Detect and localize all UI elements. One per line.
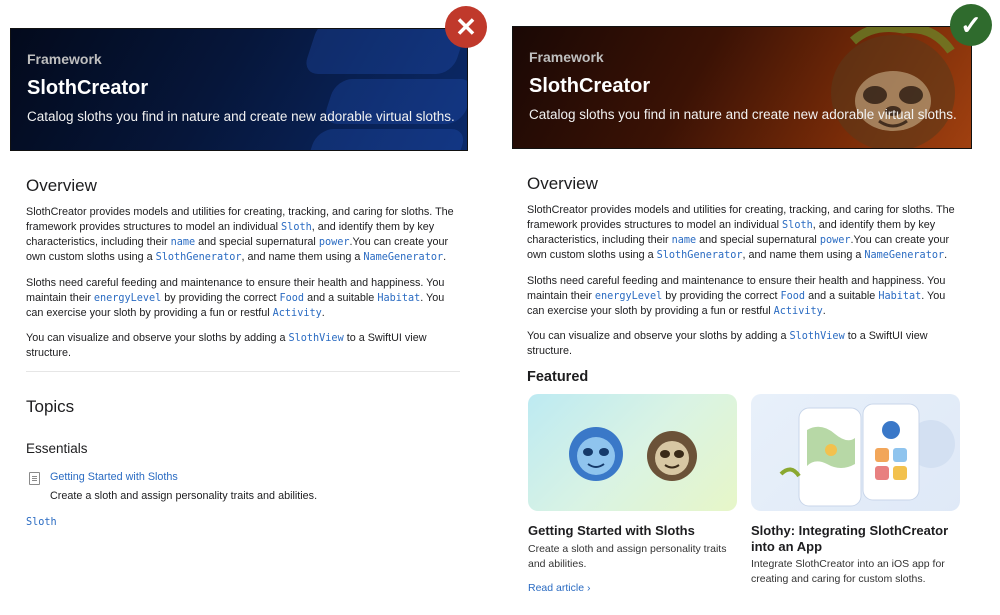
hero-decor-shape (302, 29, 467, 74)
symbol-link[interactable]: energyLevel (595, 291, 662, 302)
card-image-getting-started[interactable] (528, 394, 737, 511)
card-description: Create a sloth and assign personality tr… (528, 543, 727, 570)
symbol-link[interactable]: name (171, 237, 196, 248)
read-article-link[interactable]: Read article › (528, 582, 590, 594)
card-title-getting-started[interactable]: Getting Started with Sloths (528, 523, 743, 539)
essentials-heading: Essentials (26, 441, 88, 456)
symbol-link[interactable]: Sloth (281, 222, 312, 233)
symbol-link[interactable]: NameGenerator (363, 252, 443, 263)
symbol-link[interactable]: SlothGenerator (657, 250, 743, 261)
topic-description: Create a sloth and assign personality tr… (50, 490, 318, 502)
reject-icon: ✕ (445, 6, 487, 48)
hero-decor-shape (304, 129, 467, 150)
text: . (822, 305, 826, 317)
hero-subtitle: Catalog sloths you find in nature and cr… (27, 109, 455, 124)
symbol-link[interactable]: SlothView (289, 333, 344, 344)
topic-link-getting-started[interactable]: Getting Started with Sloths (50, 471, 178, 483)
symbol-link[interactable]: Activity (273, 308, 322, 319)
topics-heading: Topics (26, 397, 75, 416)
hero-kicker: Framework (27, 51, 102, 67)
text: You can visualize and observe your sloth… (527, 330, 790, 342)
right-panel: Framework SlothCreator Catalog sloths yo… (500, 0, 1000, 615)
text: by providing the correct (161, 292, 280, 304)
featured-heading: Featured (527, 369, 589, 385)
approve-icon: ✓ (950, 4, 992, 46)
symbol-link[interactable]: NameGenerator (864, 250, 944, 261)
text: . (944, 249, 948, 261)
symbol-link[interactable]: Activity (774, 306, 823, 317)
hero-title: SlothCreator (27, 77, 149, 99)
text: and a suitable (304, 292, 378, 304)
symbol-link[interactable]: power (820, 235, 851, 246)
overview-paragraph-2: Sloths need careful feeding and maintena… (26, 276, 460, 321)
sloth-mascot-icon (831, 27, 955, 148)
text: You can visualize and observe your sloth… (26, 332, 289, 344)
text: and special supernatural (696, 234, 820, 246)
hero-banner: Framework SlothCreator Catalog sloths yo… (10, 28, 468, 151)
text: . (321, 307, 325, 319)
overview-heading: Overview (26, 176, 97, 195)
overview-paragraph-1: SlothCreator provides models and utiliti… (527, 203, 959, 263)
symbol-link[interactable]: SlothView (790, 331, 845, 342)
text: . (443, 251, 447, 263)
text: by providing the correct (662, 290, 781, 302)
card-description: Integrate SlothCreator into an iOS app f… (751, 558, 945, 585)
overview-paragraph-1: SlothCreator provides models and utiliti… (26, 205, 458, 265)
symbol-link[interactable]: SlothGenerator (156, 252, 242, 263)
hero-banner: Framework SlothCreator Catalog sloths yo… (512, 26, 972, 149)
card-title-slothy[interactable]: Slothy: Integrating SlothCreator into an… (751, 523, 966, 555)
text: and special supernatural (195, 236, 319, 248)
overview-heading: Overview (527, 174, 598, 193)
symbol-link-sloth[interactable]: Sloth (26, 517, 57, 528)
phone-app-icon (779, 403, 955, 507)
text: and a suitable (805, 290, 879, 302)
symbol-link[interactable]: name (672, 235, 697, 246)
hero-kicker: Framework (529, 49, 604, 65)
symbol-link[interactable]: Food (781, 291, 806, 302)
symbol-link[interactable]: energyLevel (94, 293, 161, 304)
symbol-link[interactable]: Habitat (377, 293, 420, 304)
overview-paragraph-2: Sloths need careful feeding and maintena… (527, 274, 961, 319)
text: , and name them using a (742, 249, 865, 261)
hero-subtitle: Catalog sloths you find in nature and cr… (529, 107, 957, 122)
article-icon (29, 472, 40, 485)
card-image-slothy[interactable] (751, 394, 960, 511)
symbol-link[interactable]: power (319, 237, 350, 248)
text: , and name them using a (241, 251, 364, 263)
sloth-avatars-icon (569, 427, 697, 481)
symbol-link[interactable]: Food (280, 293, 305, 304)
hero-title: SlothCreator (529, 75, 651, 97)
symbol-link[interactable]: Sloth (782, 220, 813, 231)
overview-paragraph-3: You can visualize and observe your sloth… (26, 331, 466, 361)
overview-paragraph-3: You can visualize and observe your sloth… (527, 329, 967, 359)
left-panel: Framework SlothCreator Catalog sloths yo… (0, 0, 487, 615)
symbol-link[interactable]: Habitat (878, 291, 921, 302)
section-divider (26, 371, 460, 372)
